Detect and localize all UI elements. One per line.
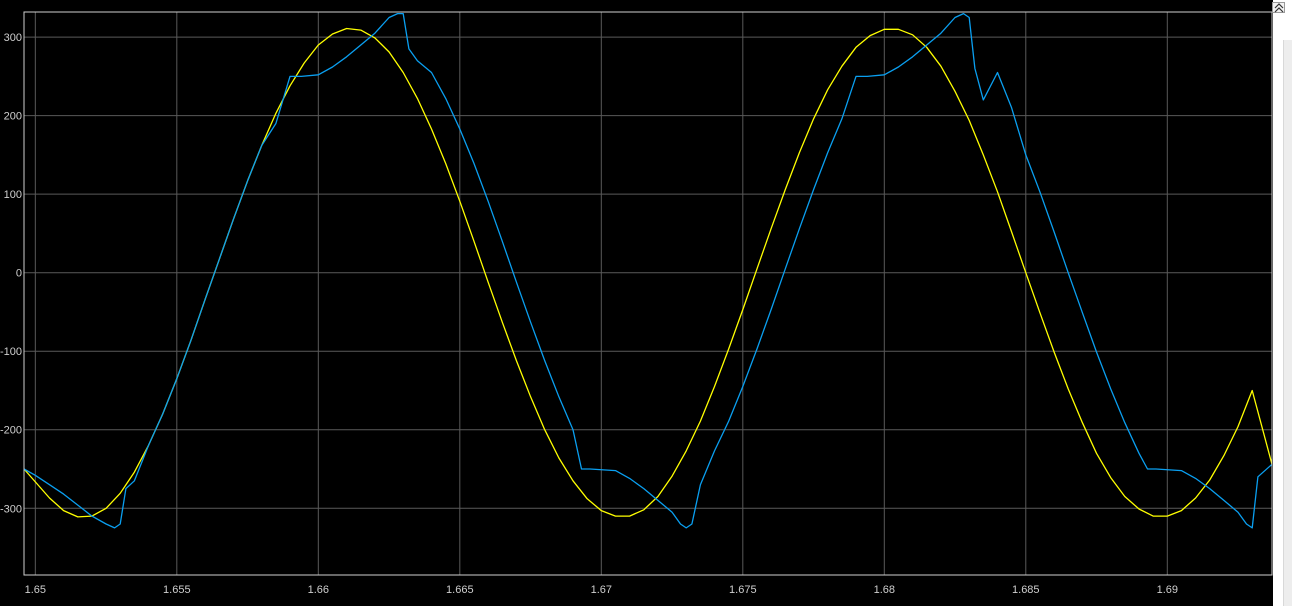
y-tick-label: -100 [0, 346, 22, 358]
scope-plot: 1.65 1.655 1.66 1.665 1.67 1.675 1.68 1.685 1.69… [0, 11, 1273, 596]
y-tick-label: 100 [4, 189, 22, 201]
x-tick-label: 1.675 [729, 584, 757, 596]
plot-area-background [24, 12, 1272, 575]
y-tick-label: 200 [4, 111, 22, 123]
y-tick-label: -200 [0, 425, 22, 437]
x-tick-label: 1.66 [308, 584, 329, 596]
y-tick-label: 0 [16, 268, 22, 280]
x-tick-label: 1.655 [163, 584, 191, 596]
x-tick-label: 1.69 [1157, 584, 1178, 596]
x-tick-label: 1.67 [591, 584, 612, 596]
x-tick-label: 1.685 [1012, 584, 1040, 596]
expand-button[interactable] [1272, 2, 1285, 13]
x-tick-label: 1.665 [446, 584, 474, 596]
y-tick-label: -300 [0, 503, 22, 515]
y-tick-label: 300 [4, 32, 22, 44]
scope-display: 1.65 1.655 1.66 1.665 1.67 1.675 1.68 1.685 1.69… [0, 0, 1292, 606]
expand-arrows-icon [1274, 3, 1284, 13]
x-tick-label: 1.68 [874, 584, 895, 596]
x-tick-label: 1.65 [25, 584, 46, 596]
scope-side-scrollbar[interactable] [1283, 40, 1292, 606]
